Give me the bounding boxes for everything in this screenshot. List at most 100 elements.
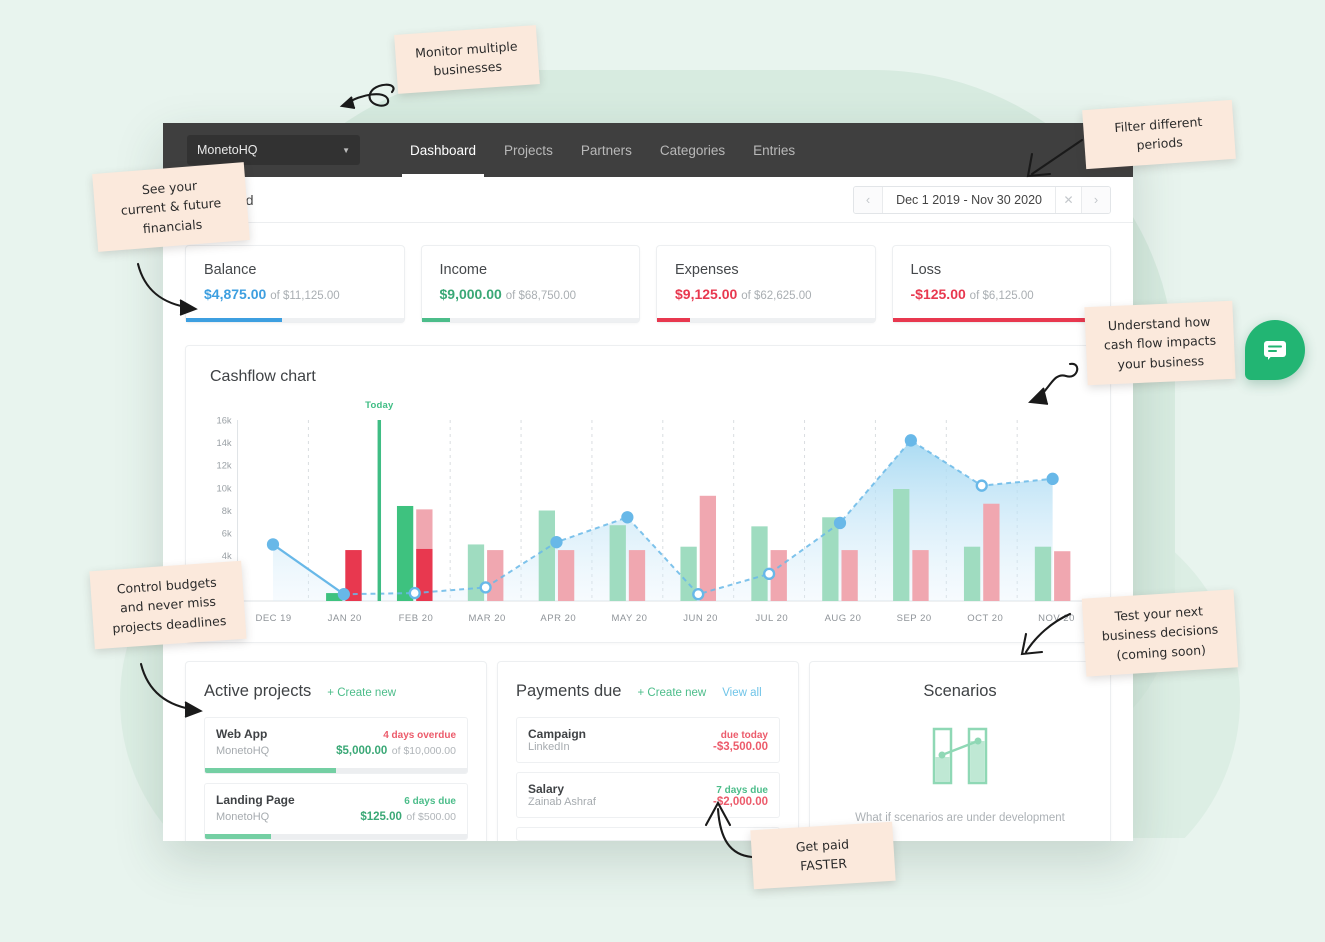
background-strip <box>0 838 1325 942</box>
kpi-of: of $62,625.00 <box>741 290 812 302</box>
kpi-label: Income <box>439 262 488 278</box>
kpi-card-income: Income $9,000.00 of $68,750.00 <box>420 245 640 323</box>
project-amount: $125.00 <box>360 811 402 823</box>
nav-item-partners-label: Partners <box>580 142 632 158</box>
x-axis-tick: MAR 20 <box>468 613 506 624</box>
kpi-label: Expenses <box>675 262 739 278</box>
nav-item-categories[interactable]: Categories <box>646 123 739 177</box>
cashflow-chart[interactable]: Today 4k 6k 8k 10k 12k 14k 16k <box>204 398 1092 613</box>
kpi-of: of $11,125.00 <box>270 290 340 302</box>
note-get-paid-faster: Get paid FASTER <box>750 821 896 890</box>
project-due: 6 days due <box>404 796 456 807</box>
payment-due: due today <box>720 730 768 741</box>
chevron-down-icon: ▼ <box>342 145 350 155</box>
svg-text:6k: 6k <box>222 528 232 539</box>
kpi-progress-bar <box>657 318 875 322</box>
note-control-budgets: Control budgets and never miss projects de… <box>89 560 247 650</box>
payment-amount: -$3,500.00 <box>713 741 768 753</box>
nav-item-dashboard[interactable]: Dashboard <box>396 123 490 177</box>
note-filter-periods: Filter different periods <box>1082 99 1236 169</box>
note-see-financials: See your current & future financials <box>92 162 250 252</box>
x-axis-tick: APR 20 <box>540 613 577 624</box>
project-name: Web App <box>216 727 268 741</box>
app-window: MonetoHQ ▼ Dashboard Projects Partners C… <box>163 123 1133 841</box>
payment-due: 7 days due <box>716 785 768 796</box>
org-selector-label: MonetoHQ <box>197 143 258 157</box>
cashflow-chart-svg: 4k 6k 8k 10k 12k 14k 16k <box>217 414 1089 602</box>
note-text: Understand how cash flow impacts your busi… <box>1103 313 1217 372</box>
date-range-picker: ‹ Dec 1 2019 - Nov 30 2020 ✕ › <box>853 185 1111 214</box>
project-name: Landing Page <box>216 793 295 807</box>
payments-create-new[interactable]: + Create new <box>637 687 706 699</box>
project-row[interactable]: Web App 4 days overdue MonetoHQ $5,000.0… <box>204 717 468 774</box>
payments-due-title: Payments due <box>516 682 622 700</box>
kpi-amount: $4,875.00 <box>204 286 267 302</box>
kpi-row: Balance $4,875.00 of $11,125.00 Income $… <box>163 223 1133 323</box>
today-marker-label: Today <box>365 400 394 411</box>
x-axis-tick: SEP 20 <box>896 613 932 624</box>
x-axis-tick: JUL 20 <box>755 613 789 624</box>
note-monitor-businesses: Monitor multiple businesses <box>394 25 540 94</box>
x-axis-tick: AUG 20 <box>824 613 862 624</box>
note-text: Get paid FASTER <box>795 836 850 874</box>
bottom-panels: Active projects + Create new Web App 4 d… <box>163 643 1133 841</box>
nav-item-projects[interactable]: Projects <box>490 123 567 177</box>
payment-sub: LinkedIn <box>528 741 570 753</box>
nav-item-entries[interactable]: Entries <box>739 123 809 177</box>
date-range-value[interactable]: Dec 1 2019 - Nov 30 2020 <box>882 186 1056 213</box>
nav-item-projects-label: Projects <box>504 142 553 158</box>
payment-row[interactable]: Campaign due today LinkedIn -$3,500.00 <box>516 717 780 763</box>
x-axis-tick: MAY 20 <box>611 613 648 624</box>
nav-item-entries-label: Entries <box>753 142 796 158</box>
active-projects-create-new[interactable]: + Create new <box>327 687 396 699</box>
svg-text:14k: 14k <box>217 437 232 448</box>
svg-text:10k: 10k <box>217 482 232 493</box>
chat-bubble-icon <box>1264 341 1286 360</box>
kpi-of: of $6,125.00 <box>969 290 1034 302</box>
payment-row-partial[interactable] <box>516 827 780 841</box>
chart-x-axis: DEC 19 JAN 20 FEB 20 MAR 20 APR 20 MAY 20 JUN … <box>204 613 1092 624</box>
cashflow-chart-title: Cashflow chart <box>210 368 316 385</box>
kpi-amount: $9,125.00 <box>675 286 738 302</box>
note-understand-cashflow: Understand how cash flow impacts your busi… <box>1084 300 1236 386</box>
x-axis-tick: OCT 20 <box>967 613 1004 624</box>
date-next-button[interactable]: › <box>1082 186 1110 213</box>
scenarios-panel: Scenarios What if scenarios are under de… <box>809 661 1111 841</box>
kpi-amount: $9,000.00 <box>439 286 502 302</box>
x-axis-tick: FEB 20 <box>398 613 434 624</box>
x-axis-tick: JAN 20 <box>327 613 362 624</box>
note-text: See your current & future financials <box>120 177 222 236</box>
date-prev-button[interactable]: ‹ <box>854 186 883 213</box>
page-header: Dashboard ‹ Dec 1 2019 - Nov 30 2020 ✕ › <box>163 177 1133 223</box>
x-axis-tick: NOV 20 <box>1038 613 1075 624</box>
note-text: Filter different periods <box>1113 113 1203 153</box>
project-amount-of: of $500.00 <box>406 811 456 823</box>
project-row[interactable]: Landing Page 6 days due MonetoHQ $125.00… <box>204 783 468 840</box>
nav-item-dashboard-label: Dashboard <box>410 142 477 158</box>
x-axis-tick: JUN 20 <box>683 613 718 624</box>
note-text: Monitor multiple businesses <box>414 38 518 79</box>
svg-text:16k: 16k <box>217 414 232 425</box>
date-clear-button[interactable]: ✕ <box>1056 186 1082 213</box>
chat-fab-button[interactable] <box>1245 320 1305 380</box>
payment-name: Campaign <box>528 727 587 741</box>
kpi-card-loss: Loss -$125.00 of $6,125.00 <box>891 245 1111 323</box>
org-selector[interactable]: MonetoHQ ▼ <box>187 135 360 165</box>
payments-view-all[interactable]: View all <box>722 687 761 699</box>
payment-row[interactable]: Salary 7 days due Zainab Ashraf -$2,000.… <box>516 772 780 818</box>
kpi-progress-bar <box>892 318 1110 322</box>
kpi-amount: -$125.00 <box>910 286 966 302</box>
project-sub: MonetoHQ <box>216 745 270 757</box>
nav-links: Dashboard Projects Partners Categories E… <box>396 123 809 177</box>
nav-item-categories-label: Categories <box>659 142 726 158</box>
kpi-label: Loss <box>910 262 942 278</box>
payments-due-panel: Payments due + Create new View all Campa… <box>497 661 799 841</box>
payment-name: Salary <box>528 782 565 796</box>
project-amount: $5,000.00 <box>336 745 388 757</box>
kpi-progress-bar <box>421 318 639 322</box>
nav-item-partners[interactable]: Partners <box>567 123 646 177</box>
kpi-label: Balance <box>204 262 257 278</box>
active-projects-title: Active projects <box>204 682 312 700</box>
project-amount-of: of $10,000.00 <box>391 745 456 757</box>
svg-text:4k: 4k <box>222 550 232 561</box>
